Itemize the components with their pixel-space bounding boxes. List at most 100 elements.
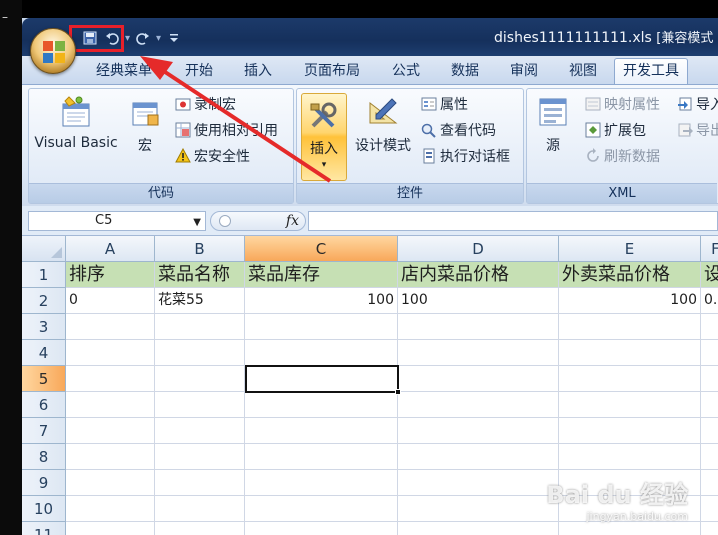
visual-basic-button[interactable]: Visual Basic: [33, 95, 119, 151]
cell-e5[interactable]: [559, 366, 701, 392]
row-header-8[interactable]: 8: [22, 444, 66, 470]
cell-d4[interactable]: [398, 340, 559, 366]
cell-d5[interactable]: [398, 366, 559, 392]
column-header-b[interactable]: B: [155, 236, 245, 262]
cell-d7[interactable]: [398, 418, 559, 444]
cell-c6[interactable]: [245, 392, 398, 418]
cell-b5[interactable]: [155, 366, 245, 392]
tab-classic-menu[interactable]: 经典菜单: [88, 60, 160, 84]
cell-a2[interactable]: 0: [66, 288, 155, 314]
xml-import-button[interactable]: 导入: [677, 94, 718, 114]
cell-b8[interactable]: [155, 444, 245, 470]
cell-a6[interactable]: [66, 392, 155, 418]
cell-a5[interactable]: [66, 366, 155, 392]
expansion-packs-button[interactable]: 扩展包: [585, 120, 646, 140]
cell-e2[interactable]: 100: [559, 288, 701, 314]
cell-a10[interactable]: [66, 496, 155, 522]
cell-f3[interactable]: [701, 314, 718, 340]
select-all-corner[interactable]: [22, 236, 66, 262]
view-code-button[interactable]: 查看代码: [421, 120, 496, 140]
xml-source-button[interactable]: 源: [533, 95, 573, 155]
cell-a11[interactable]: [66, 522, 155, 535]
row-header-9[interactable]: 9: [22, 470, 66, 496]
fill-handle[interactable]: [395, 389, 401, 395]
cell-b7[interactable]: [155, 418, 245, 444]
map-properties-button[interactable]: 映射属性: [585, 94, 660, 114]
cell-c4[interactable]: [245, 340, 398, 366]
column-header-e[interactable]: E: [559, 236, 701, 262]
tab-view[interactable]: 视图: [561, 60, 605, 84]
cell-a9[interactable]: [66, 470, 155, 496]
cell-b1[interactable]: 菜品名称: [155, 262, 245, 288]
column-header-f[interactable]: F: [701, 236, 718, 262]
redo-dropdown-icon[interactable]: ▾: [156, 33, 161, 44]
cell-c8[interactable]: [245, 444, 398, 470]
tab-review[interactable]: 审阅: [502, 60, 546, 84]
cell-f8[interactable]: [701, 444, 718, 470]
cell-e3[interactable]: [559, 314, 701, 340]
relative-reference-button[interactable]: 使用相对引用: [175, 120, 278, 140]
cell-a3[interactable]: [66, 314, 155, 340]
cell-f11[interactable]: [701, 522, 718, 535]
insert-controls-button[interactable]: 插入 ▾: [301, 93, 347, 181]
design-mode-button[interactable]: 设计模式: [351, 95, 415, 155]
refresh-data-button[interactable]: 刷新数据: [585, 146, 660, 166]
cell-b4[interactable]: [155, 340, 245, 366]
cell-c11[interactable]: [245, 522, 398, 535]
tab-developer[interactable]: 开发工具: [614, 58, 688, 85]
cell-f6[interactable]: [701, 392, 718, 418]
cell-f1[interactable]: 设: [701, 262, 718, 288]
cell-f2[interactable]: 0.: [701, 288, 718, 314]
formula-bar-resize-handle[interactable]: [219, 215, 231, 227]
name-box-dropdown-icon[interactable]: ▼: [193, 214, 201, 232]
customize-qat-icon[interactable]: [164, 28, 184, 48]
cell-f5[interactable]: [701, 366, 718, 392]
tab-data[interactable]: 数据: [443, 60, 487, 84]
cell-a4[interactable]: [66, 340, 155, 366]
row-header-1[interactable]: 1: [22, 262, 66, 288]
cell-a7[interactable]: [66, 418, 155, 444]
row-header-3[interactable]: 3: [22, 314, 66, 340]
properties-button[interactable]: 属性: [421, 94, 468, 114]
cell-b10[interactable]: [155, 496, 245, 522]
cell-d10[interactable]: [398, 496, 559, 522]
cell-e11[interactable]: [559, 522, 701, 535]
row-header-10[interactable]: 10: [22, 496, 66, 522]
cell-e8[interactable]: [559, 444, 701, 470]
formula-input[interactable]: [308, 211, 718, 231]
cell-c7[interactable]: [245, 418, 398, 444]
cell-f10[interactable]: [701, 496, 718, 522]
cell-f4[interactable]: [701, 340, 718, 366]
cell-e4[interactable]: [559, 340, 701, 366]
run-dialog-button[interactable]: 执行对话框: [421, 146, 510, 166]
row-header-2[interactable]: 2: [22, 288, 66, 314]
tab-home[interactable]: 开始: [177, 60, 221, 84]
cell-d3[interactable]: [398, 314, 559, 340]
cell-f7[interactable]: [701, 418, 718, 444]
column-header-a[interactable]: A: [66, 236, 155, 262]
active-cell-c5[interactable]: [245, 365, 399, 393]
cell-c2[interactable]: 100: [245, 288, 398, 314]
cell-a8[interactable]: [66, 444, 155, 470]
cell-d1[interactable]: 店内菜品价格: [398, 262, 559, 288]
cell-e1[interactable]: 外卖菜品价格: [559, 262, 701, 288]
cell-a1[interactable]: 排序: [66, 262, 155, 288]
tab-formulas[interactable]: 公式: [384, 60, 428, 84]
row-header-4[interactable]: 4: [22, 340, 66, 366]
macros-button[interactable]: 宏: [125, 95, 165, 155]
cell-e7[interactable]: [559, 418, 701, 444]
cell-c10[interactable]: [245, 496, 398, 522]
cell-c9[interactable]: [245, 470, 398, 496]
cell-d2[interactable]: 100: [398, 288, 559, 314]
cell-d8[interactable]: [398, 444, 559, 470]
row-header-7[interactable]: 7: [22, 418, 66, 444]
row-header-5[interactable]: 5: [22, 366, 66, 392]
cell-f9[interactable]: [701, 470, 718, 496]
row-header-11[interactable]: 11: [22, 522, 66, 535]
cell-d11[interactable]: [398, 522, 559, 535]
column-header-d[interactable]: D: [398, 236, 559, 262]
insert-function-button[interactable]: fx: [286, 213, 299, 229]
cell-b3[interactable]: [155, 314, 245, 340]
redo-icon[interactable]: [133, 28, 153, 48]
cell-e6[interactable]: [559, 392, 701, 418]
